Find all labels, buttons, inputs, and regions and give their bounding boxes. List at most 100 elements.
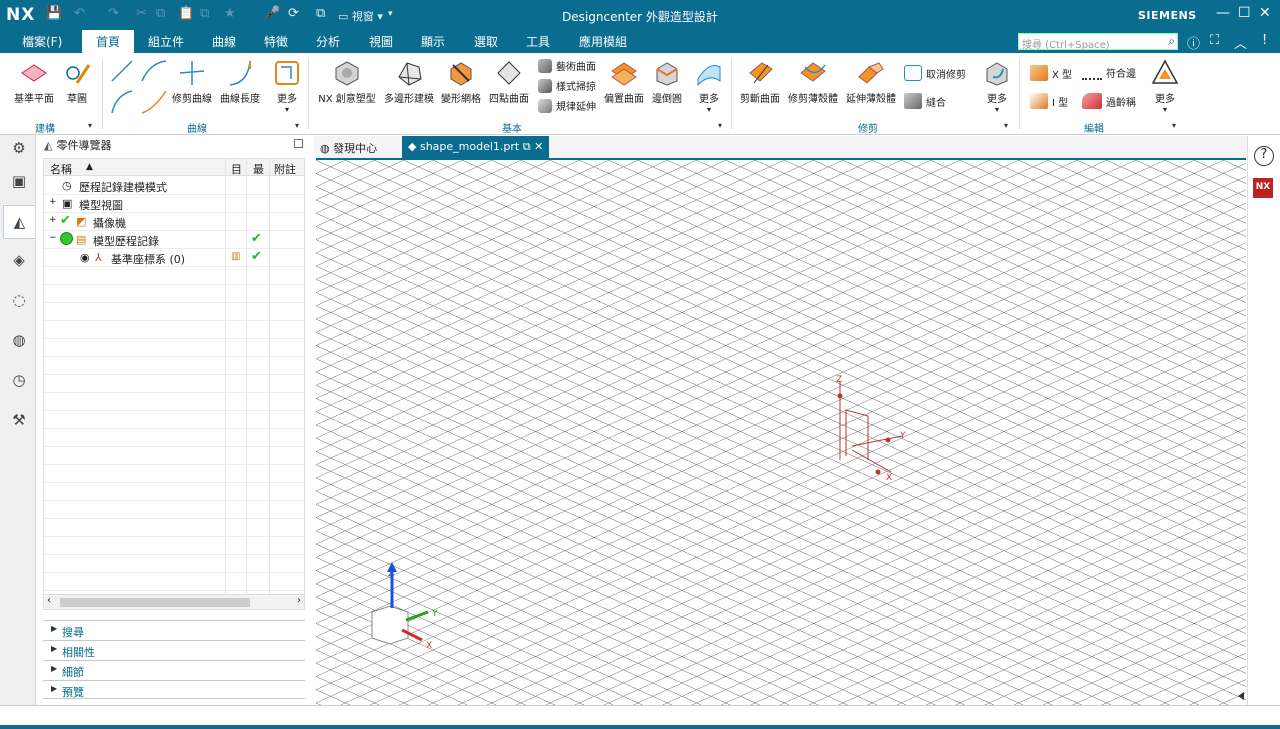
- menu-display[interactable]: 顯示: [421, 33, 445, 50]
- detach-tab-icon[interactable]: ⧉: [523, 140, 531, 153]
- sew-button[interactable]: 縫合: [904, 93, 946, 109]
- group-basic-expand-icon[interactable]: ▾: [718, 121, 722, 130]
- scroll-left-icon[interactable]: ‹: [47, 595, 51, 606]
- view-manager-icon[interactable]: ◌: [8, 291, 30, 313]
- help-icon[interactable]: ?: [1254, 146, 1274, 166]
- collapse-ribbon-icon[interactable]: ︿: [1234, 33, 1247, 52]
- reuse-library-icon[interactable]: ◈: [8, 251, 30, 273]
- overcrown-button[interactable]: 過齡稱: [1082, 93, 1136, 109]
- navigator-title: 零件導覽器: [56, 139, 112, 152]
- close-icon[interactable]: ✕: [1259, 5, 1271, 21]
- more-surfaces-icon: [697, 65, 721, 87]
- maximize-icon[interactable]: ☐: [1238, 5, 1251, 21]
- menu-analysis[interactable]: 分析: [316, 33, 340, 50]
- group-construct-expand-icon[interactable]: ▾: [88, 121, 92, 130]
- menu-applications[interactable]: 應用模組: [579, 33, 627, 50]
- polygon-modeling-button[interactable]: 多邊形建模: [382, 59, 436, 105]
- menu-bar: 檔案(F) 首頁 組立件 曲線 特徵 分析 視圖 顯示 選取 工具 應用模組 搜…: [0, 30, 1280, 53]
- part-navigator-icon[interactable]: ◭: [3, 205, 35, 239]
- menu-select[interactable]: 選取: [474, 33, 498, 50]
- trim-surface-button[interactable]: 剪斷曲面: [738, 59, 782, 105]
- assembly-navigator-icon[interactable]: ▣: [8, 172, 30, 194]
- checkmark-icon: ✔: [60, 213, 71, 228]
- curve-more-button[interactable]: 更多 ▾: [270, 59, 304, 114]
- expand-icon[interactable]: +: [49, 215, 57, 225]
- roles-tools-icon[interactable]: ⚒: [8, 411, 30, 433]
- extend-sheet-button[interactable]: 延伸薄殼體: [844, 59, 898, 105]
- menu-tools[interactable]: 工具: [526, 33, 550, 50]
- menu-feature[interactable]: 特徵: [264, 33, 288, 50]
- tree-row-datum-csys[interactable]: ◉ ⅄ 基準座標系 (0) ▥ ✔: [44, 249, 304, 267]
- nx-creative-modeling-button[interactable]: NX 創意塑型: [318, 59, 376, 105]
- trim-curve-button[interactable]: 修剪曲線: [172, 59, 212, 105]
- sketch-button[interactable]: 草圖: [62, 59, 92, 105]
- nx-badge-icon[interactable]: NX: [1253, 178, 1273, 198]
- untrim-button[interactable]: 取消修剪: [904, 65, 966, 81]
- x-type-button[interactable]: X 型: [1030, 65, 1072, 81]
- collapse-icon[interactable]: −: [49, 233, 57, 243]
- tab-shape-model[interactable]: ◆ shape_model1.prt ⧉ ✕: [402, 136, 550, 158]
- graphics-window[interactable]: Z Y X Z Y X: [316, 158, 1246, 705]
- section-label: 相關性: [62, 646, 95, 659]
- section-search[interactable]: ▶ 搜尋: [43, 620, 305, 639]
- match-edge-button[interactable]: 符合邊: [1082, 65, 1136, 80]
- viewport-canvas[interactable]: Z Y X Z Y X: [316, 160, 1246, 705]
- styled-sweep-button[interactable]: 樣式掃掠: [538, 78, 596, 93]
- fullscreen-icon[interactable]: ⛶: [1210, 33, 1219, 48]
- part-file-icon: ◆: [408, 140, 417, 153]
- close-tab-icon[interactable]: ✕: [534, 140, 543, 153]
- offset-surface-button[interactable]: 偏置曲面: [602, 59, 646, 105]
- group-curve-expand-icon[interactable]: ▾: [295, 121, 299, 130]
- sort-ascending-icon[interactable]: ▲: [86, 162, 93, 172]
- web-browser-icon[interactable]: ◍: [8, 331, 30, 353]
- alert-icon[interactable]: !: [1262, 33, 1267, 48]
- curve-length-button[interactable]: 曲線長度: [219, 59, 261, 105]
- basic-more-button[interactable]: 更多 ▾: [692, 59, 726, 114]
- section-details[interactable]: ▶ 細節: [43, 660, 305, 679]
- menu-assemblies[interactable]: 組立件: [148, 33, 184, 50]
- section-dependencies[interactable]: ▶ 相關性: [43, 640, 305, 659]
- tree-row-cameras[interactable]: + ✔ ◩ 攝像機: [44, 213, 304, 231]
- group-trim-expand-icon[interactable]: ▾: [1004, 121, 1008, 130]
- settings-icon[interactable]: ⚙: [8, 139, 30, 161]
- tab-label: 發現中心: [333, 142, 378, 155]
- group-edit-expand-icon[interactable]: ▾: [1172, 121, 1176, 130]
- tab-discovery-center[interactable]: ◍ 發現中心: [314, 136, 383, 158]
- tree-row-model-history[interactable]: − ▤ 模型歷程記錄 ✔: [44, 231, 304, 249]
- search-icon[interactable]: ⌕: [1168, 34, 1175, 49]
- history-icon[interactable]: ◷: [8, 371, 30, 393]
- i-type-button[interactable]: I 型: [1030, 93, 1068, 109]
- tree-row-label: 基準座標系 (0): [111, 253, 186, 266]
- maximize-panel-icon[interactable]: ☐: [293, 137, 304, 151]
- section-preview[interactable]: ▶ 預覽: [43, 680, 305, 699]
- tree-row-model-views[interactable]: + ▣ 模型視圖: [44, 195, 304, 213]
- menu-home[interactable]: 首頁: [82, 30, 135, 53]
- column-name[interactable]: 名稱: [50, 161, 72, 177]
- command-search-input[interactable]: 搜尋 (Ctrl+Space) ⌕: [1018, 33, 1178, 51]
- four-point-surface-button[interactable]: 四點曲面: [488, 59, 530, 105]
- horizontal-scrollbar[interactable]: ‹ ›: [43, 594, 305, 610]
- expand-icon[interactable]: +: [49, 197, 57, 207]
- menu-file[interactable]: 檔案(F): [22, 33, 62, 50]
- trim-sheet-button[interactable]: 修剪薄殼體: [786, 59, 840, 105]
- menu-curve[interactable]: 曲線: [212, 33, 236, 50]
- scroll-right-icon[interactable]: ›: [297, 595, 301, 606]
- curve-tools-icon[interactable]: [110, 59, 170, 115]
- visibility-eye-icon[interactable]: ◉: [80, 251, 90, 264]
- art-surface-button[interactable]: 藝術曲面: [538, 58, 596, 73]
- edit-more-button[interactable]: 更多 ▾: [1148, 59, 1182, 114]
- datum-plane-button[interactable]: 基準平面: [12, 59, 56, 105]
- edge-blend-button[interactable]: 邊倒圓: [650, 59, 684, 105]
- column-notes[interactable]: 附註: [274, 161, 296, 177]
- tree-row-history-mode[interactable]: ◷ 歷程記錄建模模式: [44, 177, 304, 195]
- tree-row-label: 攝像機: [93, 217, 126, 230]
- minimize-icon[interactable]: —: [1216, 5, 1230, 21]
- column-up-to-date[interactable]: 目: [231, 161, 242, 177]
- law-extension-button[interactable]: 規律延伸: [538, 98, 596, 113]
- column-latest[interactable]: 最: [253, 161, 264, 177]
- scrollbar-thumb[interactable]: [60, 598, 250, 607]
- help-icon[interactable]: ⓘ: [1187, 33, 1200, 52]
- trim-more-button[interactable]: 更多 ▾: [980, 59, 1014, 114]
- deform-grid-button[interactable]: 變形網格: [440, 59, 482, 105]
- menu-view[interactable]: 視圖: [369, 33, 393, 50]
